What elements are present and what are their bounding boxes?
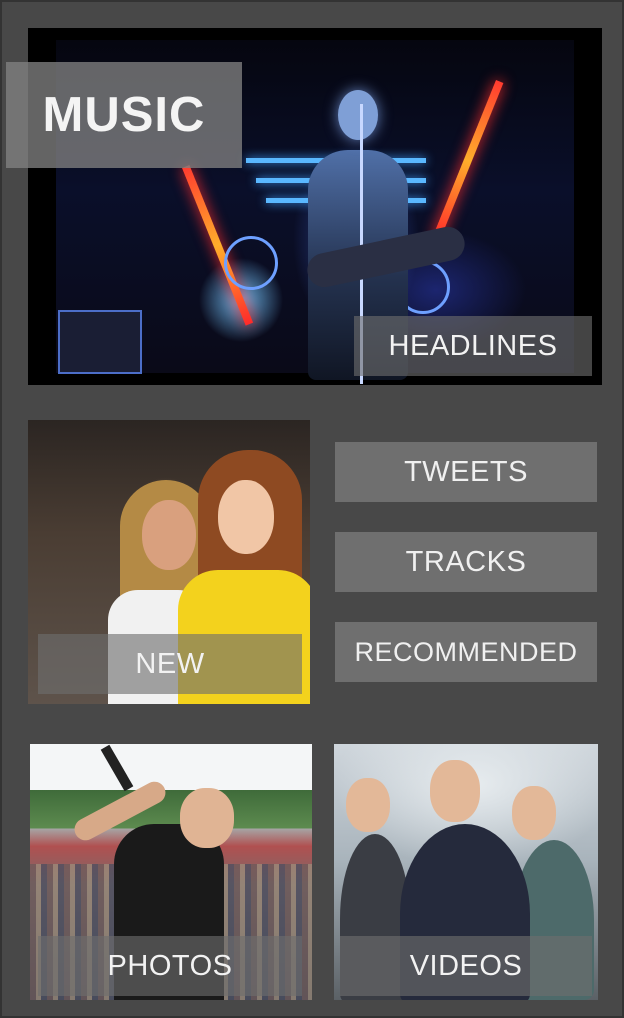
singer-face xyxy=(218,480,274,554)
recommended-button[interactable]: RECOMMENDED xyxy=(335,622,597,682)
performer-head xyxy=(338,90,378,140)
headlines-label[interactable]: HEADLINES xyxy=(354,316,592,376)
photos-tile[interactable]: PHOTOS xyxy=(30,744,312,1000)
band-member-head xyxy=(512,786,556,840)
videos-label[interactable]: VIDEOS xyxy=(340,936,592,996)
tracks-button[interactable]: TRACKS xyxy=(335,532,597,592)
amplifier xyxy=(58,310,142,374)
singer-head xyxy=(180,788,234,848)
app-title: MUSIC xyxy=(6,62,242,168)
singer-face xyxy=(142,500,196,570)
microphone xyxy=(100,744,134,792)
photos-label[interactable]: PHOTOS xyxy=(38,936,302,996)
tweets-button[interactable]: TWEETS xyxy=(335,442,597,502)
band-member-head xyxy=(346,778,390,832)
new-label[interactable]: NEW xyxy=(38,634,302,694)
videos-tile[interactable]: VIDEOS xyxy=(334,744,598,1000)
new-tile[interactable]: NEW xyxy=(28,420,310,704)
drum xyxy=(224,236,278,290)
music-home-screen: HEADLINES MUSIC NEW TWEETS TRACKS RECOMM… xyxy=(0,0,624,1018)
band-member-head xyxy=(430,760,480,822)
red-neon-light xyxy=(432,80,504,241)
